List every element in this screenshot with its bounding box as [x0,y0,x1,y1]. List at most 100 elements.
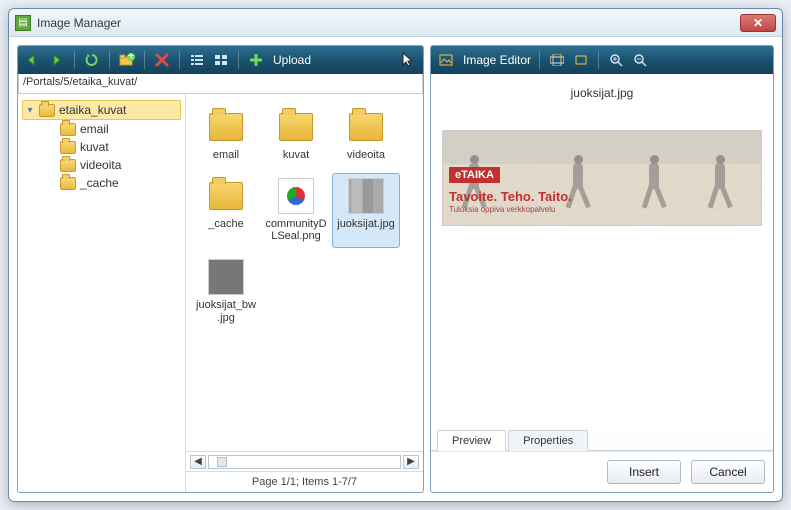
folder-icon [209,113,243,141]
grid-item-label: _cache [208,218,243,231]
folder-icon [349,113,383,141]
image-editor-button[interactable] [437,51,455,69]
preview-image: eTAIKA Tavoite. Teho. Taito. Tuloksia op… [442,130,762,226]
preview-panel: Image Editor juoksijat.jpg [430,45,774,493]
folder-icon [60,123,76,136]
folder-icon [209,182,243,210]
actual-size-button[interactable] [572,51,590,69]
file-toolbar: + Upload [18,46,423,74]
tree-item-videoita[interactable]: videoita [44,156,181,174]
tree-label: kuvat [80,140,109,154]
tree-item-kuvat[interactable]: kuvat [44,138,181,156]
fit-width-button[interactable] [548,51,566,69]
folder-tree: ▾ etaika_kuvat email kuvat [18,94,186,492]
tree-label: etaika_kuvat [59,103,126,117]
fit-width-icon [550,54,564,66]
tree-item-cache[interactable]: _cache [44,174,181,192]
grid-item-folder[interactable]: videoita [332,104,400,167]
scroll-right-button[interactable]: ▶ [403,455,419,469]
folder-icon [60,141,76,154]
tab-properties[interactable]: Properties [508,430,588,451]
grid-item-label: communityDLSeal.png [265,218,327,243]
upload-label[interactable]: Upload [273,53,311,67]
tree-label: _cache [80,176,119,190]
list-view-button[interactable] [188,51,206,69]
path-input[interactable]: /Portals/5/etaika_kuvat/ [18,74,423,94]
preview-area: juoksijat.jpg eTAIKA Tavoite. Teho. Tait… [431,74,773,427]
editor-toolbar: Image Editor [431,46,773,74]
scroll-track[interactable] [208,455,401,469]
close-icon: ✕ [753,16,763,30]
tree-item-email[interactable]: email [44,120,181,138]
list-view-icon [190,54,204,66]
grid-item-folder[interactable]: kuvat [262,104,330,167]
cancel-button[interactable]: Cancel [691,460,765,484]
status-text: Page 1/1; Items 1-7/7 [186,471,423,492]
refresh-icon [85,53,99,67]
preview-filename: juoksijat.jpg [571,86,634,100]
thumb-view-button[interactable] [212,51,230,69]
grid-item-label: kuvat [283,149,309,162]
file-grid: email kuvat videoita _cache [186,94,423,492]
preview-tabs: Preview Properties [431,427,773,451]
folder-icon [60,159,76,172]
zoom-in-button[interactable] [607,51,625,69]
file-browser-panel: + Upload [17,45,424,493]
folder-icon [60,177,76,190]
grid-item-label: videoita [347,149,385,162]
new-folder-icon: + [119,53,135,67]
horizontal-scrollbar[interactable]: ◀ ▶ [186,451,423,471]
image-thumb [348,178,384,214]
new-folder-button[interactable]: + [118,51,136,69]
file-grid-body[interactable]: email kuvat videoita _cache [186,94,423,451]
window-title: Image Manager [37,16,121,30]
zoom-in-icon [609,53,623,67]
image-editor-icon [439,54,453,66]
dialog-buttons: Insert Cancel [431,451,773,492]
grid-item-label: juoksijat_bw.jpg [195,299,257,324]
folder-icon [279,113,313,141]
upload-button[interactable] [247,51,265,69]
refresh-button[interactable] [83,51,101,69]
grid-item-folder[interactable]: email [192,104,260,167]
image-editor-label[interactable]: Image Editor [463,53,531,67]
zoom-out-button[interactable] [631,51,649,69]
insert-button[interactable]: Insert [607,460,681,484]
cursor-icon [399,51,417,69]
close-button[interactable]: ✕ [740,14,776,32]
collapse-icon[interactable]: ▾ [25,105,35,116]
image-thumb [278,178,314,214]
svg-text:+: + [127,53,134,63]
grid-item-folder[interactable]: _cache [192,173,260,248]
scroll-thumb[interactable] [217,457,227,467]
app-icon: ▤ [15,15,31,31]
titlebar: ▤ Image Manager ✕ [9,9,782,37]
brand-badge: eTAIKA [449,167,500,183]
arrow-right-icon [50,54,64,66]
grid-item-label: juoksijat.jpg [337,218,394,231]
tab-preview[interactable]: Preview [437,430,506,451]
folder-icon [39,104,55,117]
image-manager-window: ▤ Image Manager ✕ + [8,8,783,502]
tree-label: videoita [80,158,121,172]
scroll-left-button[interactable]: ◀ [190,455,206,469]
grid-item-file[interactable]: communityDLSeal.png [262,173,330,248]
grid-item-file[interactable]: juoksijat_bw.jpg [192,254,260,329]
client-area: + Upload [9,37,782,501]
zoom-out-icon [633,53,647,67]
sub-tagline: Tuloksia oppiva verkkopalvelu [449,205,555,214]
actual-size-icon [574,54,588,66]
image-thumb [208,259,244,295]
tree-root[interactable]: ▾ etaika_kuvat [22,100,181,120]
arrow-left-icon [26,54,40,66]
grid-item-label: email [213,149,239,162]
grid-item-file[interactable]: juoksijat.jpg [332,173,400,248]
tagline-text: Tavoite. Teho. Taito. [449,189,572,204]
delete-button[interactable] [153,51,171,69]
back-button[interactable] [24,51,42,69]
thumb-view-icon [214,54,228,66]
plus-icon [250,54,262,66]
forward-button[interactable] [48,51,66,69]
tree-label: email [80,122,109,136]
delete-icon [155,53,169,67]
